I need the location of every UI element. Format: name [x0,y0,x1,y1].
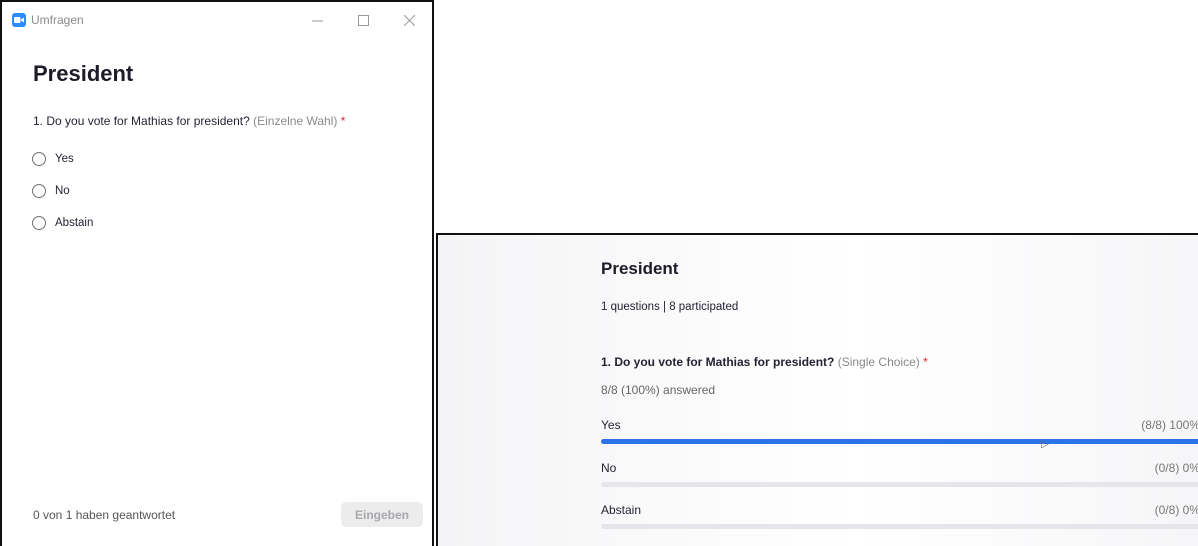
results-title: President [601,259,679,278]
submit-button[interactable]: Eingeben [341,502,423,527]
radio-button[interactable] [32,184,46,198]
result-bar-track [601,439,1198,444]
minimize-icon [311,20,323,21]
result-value: (0/8) 0% [1154,461,1198,475]
radio-button[interactable] [32,216,46,230]
results-meta: 1 questions | 8 participated [601,301,739,313]
question-type-hint: (Single Choice) [837,355,920,369]
option-label: Abstain [55,217,94,229]
result-label: Abstain [601,503,642,517]
poll-results-panel: President 1 questions | 8 participated 1… [436,233,1198,546]
minimize-button[interactable] [294,2,340,38]
maximize-icon [357,14,369,26]
result-value: (8/8) 100% [1141,418,1198,432]
window-title: Umfragen [31,13,84,27]
required-mark: * [340,114,346,128]
result-label: No [601,461,617,475]
poll-options: Yes No Abstain [32,143,93,239]
results-question: 1. Do you vote for Mathias for president… [601,355,928,369]
question-type-hint: (Einzelne Wahl) [253,114,338,128]
option-yes[interactable]: Yes [32,143,93,175]
option-abstain[interactable]: Abstain [32,207,93,239]
result-value: (0/8) 0% [1154,503,1198,517]
option-label: Yes [55,153,74,165]
question-text: 1. Do you vote for Mathias for president… [601,355,835,369]
zoom-app-icon [12,13,26,27]
close-button[interactable] [386,2,432,38]
question-text: 1. Do you vote for Mathias for president… [33,114,250,128]
maximize-button[interactable] [340,2,386,38]
result-label: Yes [601,418,621,432]
answered-summary: 8/8 (100%) answered [601,383,716,397]
option-no[interactable]: No [32,175,93,207]
result-bar-fill [601,439,1198,444]
poll-title: President [33,61,134,86]
mouse-cursor-icon: ▷ [1041,439,1049,450]
close-icon [403,14,415,26]
radio-button[interactable] [32,152,46,166]
result-bar-track [601,524,1198,529]
answered-status: 0 von 1 haben geantwortet [33,508,176,522]
option-label: No [55,185,70,197]
result-bar-track [601,482,1198,487]
poll-question: 1. Do you vote for Mathias for president… [33,114,345,128]
required-mark: * [923,355,928,369]
poll-window: Umfragen President 1. Do you vote for Ma… [0,0,434,546]
window-controls [294,2,432,38]
